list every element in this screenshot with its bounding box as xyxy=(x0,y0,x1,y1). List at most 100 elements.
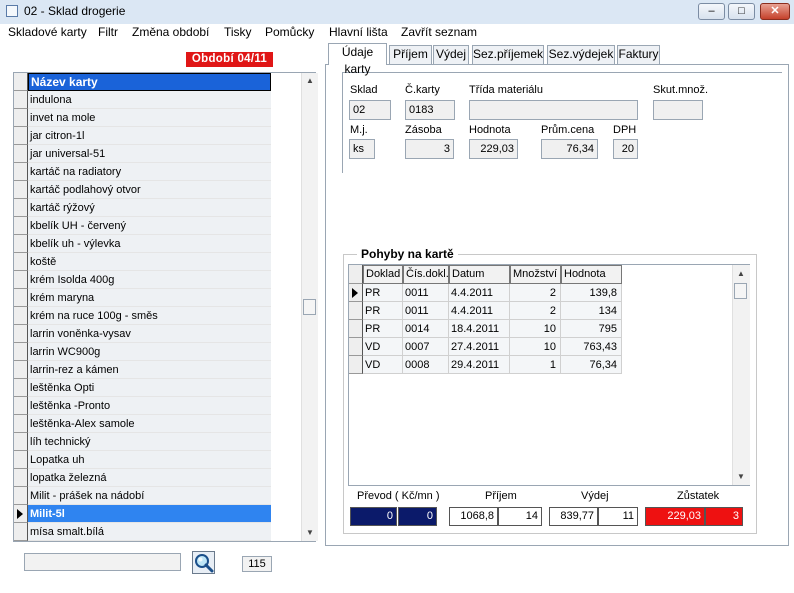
card-list-row[interactable]: kbelík UH - červený xyxy=(14,217,288,235)
tab-sez-vydejek[interactable]: Sez.výdejek xyxy=(547,45,615,64)
menu-zmena-obdobi[interactable]: Změna období xyxy=(132,25,209,39)
card-list-row[interactable]: jar citron-1l xyxy=(14,127,288,145)
field-cislo-karty[interactable]: 0183 xyxy=(405,100,455,120)
card-list-row[interactable]: larrin WC900g xyxy=(14,343,288,361)
mnozstvi-cell[interactable]: 10 xyxy=(510,320,561,338)
card-name-cell[interactable]: Milit-5l xyxy=(28,505,271,523)
tab-udaje-karty[interactable]: Údaje karty xyxy=(328,43,387,76)
field-dph[interactable]: 20 xyxy=(613,139,638,159)
doklad-cell[interactable]: VD xyxy=(363,356,403,374)
row-selector[interactable] xyxy=(14,109,28,127)
row-selector[interactable] xyxy=(14,379,28,397)
card-list-row[interactable]: Milit-5l xyxy=(14,505,288,523)
card-list-row[interactable]: Lopatka uh xyxy=(14,451,288,469)
row-selector[interactable] xyxy=(14,451,28,469)
card-list-row[interactable]: lopatka železná xyxy=(14,469,288,487)
datum-cell[interactable]: 4.4.2011 xyxy=(449,284,510,302)
col-cis-dokl[interactable]: Čís.dokl. xyxy=(403,265,449,284)
card-list-row[interactable]: leštěnka -Pronto xyxy=(14,397,288,415)
col-doklad[interactable]: Doklad xyxy=(363,265,403,284)
row-selector[interactable] xyxy=(14,271,28,289)
hodnota-cell[interactable]: 134 xyxy=(561,302,622,320)
cis-dokl-cell[interactable]: 0014 xyxy=(403,320,449,338)
menu-pomucky[interactable]: Pomůcky xyxy=(265,25,314,39)
card-name-cell[interactable]: larrin voněnka-vysav xyxy=(28,325,271,343)
movement-row-selector[interactable] xyxy=(349,284,363,302)
card-list-row[interactable]: krém maryna xyxy=(14,289,288,307)
scroll-up-icon[interactable]: ▲ xyxy=(302,76,318,85)
mnozstvi-cell[interactable]: 10 xyxy=(510,338,561,356)
datum-cell[interactable]: 18.4.2011 xyxy=(449,320,510,338)
card-name-cell[interactable]: lopatka železná xyxy=(28,469,271,487)
col-hodnota[interactable]: Hodnota xyxy=(561,265,622,284)
card-name-cell[interactable]: larrin-rez a kámen xyxy=(28,361,271,379)
row-selector[interactable] xyxy=(14,235,28,253)
card-name-cell[interactable]: krém Isolda 400g xyxy=(28,271,271,289)
menu-filtr[interactable]: Filtr xyxy=(98,25,118,39)
row-selector[interactable] xyxy=(14,127,28,145)
movement-row-selector[interactable] xyxy=(349,302,363,320)
column-header-nazev-karty[interactable]: Název karty xyxy=(28,73,271,91)
card-list-row[interactable]: krém Isolda 400g xyxy=(14,271,288,289)
card-name-cell[interactable]: kartáč podlahový otvor xyxy=(28,181,271,199)
col-mnozstvi[interactable]: Množství xyxy=(510,265,561,284)
card-name-cell[interactable]: kartáč rýžový xyxy=(28,199,271,217)
row-selector[interactable] xyxy=(14,523,28,541)
menu-tisky[interactable]: Tisky xyxy=(224,25,252,39)
card-list-row[interactable]: larrin voněnka-vysav xyxy=(14,325,288,343)
card-list-row[interactable]: indulona xyxy=(14,91,288,109)
datum-cell[interactable]: 29.4.2011 xyxy=(449,356,510,374)
card-name-cell[interactable]: leštěnka-Alex samole xyxy=(28,415,271,433)
hodnota-cell[interactable]: 795 xyxy=(561,320,622,338)
cis-dokl-cell[interactable]: 0011 xyxy=(403,284,449,302)
row-selector[interactable] xyxy=(14,163,28,181)
card-name-cell[interactable]: leštěnka -Pronto xyxy=(28,397,271,415)
tab-faktury[interactable]: Faktury xyxy=(617,45,660,64)
movement-row-selector[interactable] xyxy=(349,338,363,356)
hodnota-cell[interactable]: 76,34 xyxy=(561,356,622,374)
card-list-row[interactable]: invet na mole xyxy=(14,109,288,127)
card-name-cell[interactable]: koště xyxy=(28,253,271,271)
menu-zavrit-seznam[interactable]: Zavřít seznam xyxy=(401,25,477,39)
scroll-down-icon[interactable]: ▼ xyxy=(302,528,318,537)
field-mj[interactable]: ks xyxy=(349,139,375,159)
card-list-row[interactable]: Milit - prášek na nádobí xyxy=(14,487,288,505)
field-skut-mnoz[interactable] xyxy=(653,100,703,120)
menu-skladove-karty[interactable]: Skladové karty xyxy=(8,25,87,39)
tab-vydej[interactable]: Výdej xyxy=(433,45,469,64)
card-name-cell[interactable]: Milit - prášek na nádobí xyxy=(28,487,271,505)
card-name-cell[interactable]: indulona xyxy=(28,91,271,109)
col-datum[interactable]: Datum xyxy=(449,265,510,284)
tab-sez-prijemek[interactable]: Sez.příjemek xyxy=(472,45,544,64)
card-list-row[interactable]: kartáč podlahový otvor xyxy=(14,181,288,199)
doklad-cell[interactable]: PR xyxy=(363,302,403,320)
close-button[interactable]: ✕ xyxy=(760,3,790,20)
row-selector[interactable] xyxy=(14,307,28,325)
field-sklad[interactable]: 02 xyxy=(349,100,391,120)
row-selector[interactable] xyxy=(14,91,28,109)
movements-scroll-down-icon[interactable]: ▼ xyxy=(733,472,749,481)
card-list-row[interactable]: kbelík uh - výlevka xyxy=(14,235,288,253)
doklad-cell[interactable]: VD xyxy=(363,338,403,356)
hodnota-cell[interactable]: 139,8 xyxy=(561,284,622,302)
card-list-row[interactable]: mísa smalt.bílá xyxy=(14,523,288,541)
card-name-cell[interactable]: larrin WC900g xyxy=(28,343,271,361)
row-selector[interactable] xyxy=(14,415,28,433)
search-button[interactable] xyxy=(192,551,215,574)
movements-scroll-thumb[interactable] xyxy=(734,283,747,299)
row-selector[interactable] xyxy=(14,181,28,199)
row-selector[interactable] xyxy=(14,253,28,271)
movements-scrollbar[interactable]: ▲ ▼ xyxy=(732,265,750,485)
card-name-cell[interactable]: krém na ruce 100g - směs xyxy=(28,307,271,325)
row-selector[interactable] xyxy=(14,433,28,451)
scroll-thumb[interactable] xyxy=(303,299,316,315)
card-name-cell[interactable]: kartáč na radiatory xyxy=(28,163,271,181)
card-name-cell[interactable]: mísa smalt.bílá xyxy=(28,523,271,541)
mnozstvi-cell[interactable]: 2 xyxy=(510,284,561,302)
row-selector[interactable] xyxy=(14,397,28,415)
row-selector[interactable] xyxy=(14,145,28,163)
card-name-cell[interactable]: Lopatka uh xyxy=(28,451,271,469)
cis-dokl-cell[interactable]: 0007 xyxy=(403,338,449,356)
card-list-row[interactable]: larrin-rez a kámen xyxy=(14,361,288,379)
maximize-button[interactable]: □ xyxy=(728,3,755,20)
